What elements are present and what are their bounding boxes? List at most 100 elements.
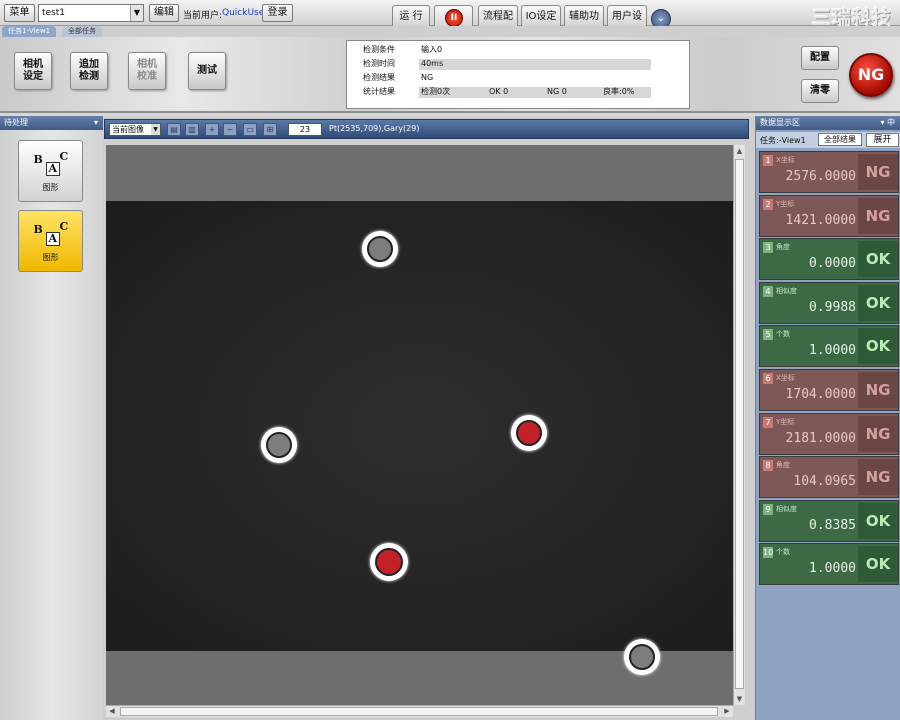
image-toolbar: 当前图像 ▼ ▤ ▥ + − ▭ ⊞ 23 Pt(2535,709),Gary(… bbox=[104, 119, 749, 139]
zoom-input[interactable]: 23 bbox=[288, 123, 322, 136]
status-row-time: 检测时间 40ms bbox=[349, 57, 687, 71]
part-center bbox=[367, 236, 393, 262]
detected-part bbox=[362, 231, 398, 267]
result-status-badge: OK bbox=[858, 284, 898, 321]
result-label: X坐标 bbox=[776, 156, 795, 164]
shape-abc-icon: B A C bbox=[34, 150, 68, 180]
part-center bbox=[266, 432, 292, 458]
result-item[interactable]: 8 角度 104.0965 NG bbox=[759, 456, 899, 499]
result-item[interactable]: 6 X坐标 1704.0000 NG bbox=[759, 369, 899, 411]
vertical-scrollbar[interactable]: ▲ ▼ bbox=[733, 145, 745, 705]
result-index: 3 bbox=[763, 242, 773, 254]
tab-task1-view1[interactable]: 任务1-View1 bbox=[2, 26, 57, 37]
chevron-down-icon[interactable]: ▼ bbox=[130, 5, 143, 21]
add-detection-button[interactable]: 追加 检测 bbox=[70, 52, 108, 90]
result-status-badge: NG bbox=[858, 415, 898, 452]
result-item[interactable]: 1 X坐标 2576.0000 NG bbox=[759, 151, 899, 193]
time-value: 40ms bbox=[421, 59, 444, 68]
scroll-left-icon[interactable]: ◀ bbox=[106, 706, 118, 717]
tool-shape-2[interactable]: B A C 图形 bbox=[18, 210, 83, 272]
menu-button[interactable]: 菜单 bbox=[4, 4, 35, 22]
shape-abc-icon: B A C bbox=[34, 220, 68, 250]
result-item[interactable]: 5 个数 1.0000 OK bbox=[759, 325, 899, 368]
result-item[interactable]: 2 Y坐标 1421.0000 NG bbox=[759, 194, 899, 237]
status-row-condition: 检测条件 输入0 bbox=[349, 43, 687, 57]
actual-size-icon[interactable]: ⊞ bbox=[263, 123, 277, 136]
config-button[interactable]: 配置 bbox=[801, 46, 839, 70]
current-user-label: 当前用户: bbox=[183, 11, 223, 21]
expand-button[interactable]: 展开 bbox=[866, 133, 899, 147]
result-item[interactable]: 9 相似度 0.8385 OK bbox=[759, 499, 899, 542]
result-label: Y坐标 bbox=[776, 199, 795, 208]
stats-total: 检测0次 bbox=[421, 87, 451, 96]
camera-image bbox=[106, 201, 733, 675]
scroll-up-icon[interactable]: ▲ bbox=[734, 145, 745, 157]
overall-result-indicator: NG bbox=[849, 53, 893, 97]
result-value: 1.0000 bbox=[809, 561, 856, 577]
result-label: Y坐标 bbox=[776, 417, 795, 426]
result-value: 2181.0000 bbox=[785, 430, 856, 446]
fit-window-icon[interactable]: ▭ bbox=[243, 123, 257, 136]
project-select[interactable]: test1 ▼ bbox=[38, 4, 144, 22]
tool-shape-1[interactable]: B A C 图形 bbox=[18, 140, 83, 202]
data-task-label: 任务:-View1 bbox=[760, 136, 806, 145]
result-item[interactable]: 7 Y坐标 2181.0000 NG bbox=[759, 412, 899, 455]
data-panel-title: 数据显示区 bbox=[760, 118, 800, 127]
status-row-stats: 统计结果 检测0次 OK 0 NG 0 良率:0% bbox=[349, 85, 687, 99]
add-detection-line2: 检测 bbox=[79, 71, 99, 82]
result-item[interactable]: 10 个数 1.0000 OK bbox=[759, 543, 899, 586]
scroll-down-icon[interactable]: ▼ bbox=[734, 693, 745, 705]
result-item[interactable]: 3 角度 0.0000 OK bbox=[759, 238, 899, 281]
result-index: 6 bbox=[763, 373, 773, 384]
image-viewer[interactable] bbox=[106, 145, 733, 705]
detected-part bbox=[261, 427, 297, 463]
scroll-right-icon[interactable]: ▶ bbox=[721, 706, 733, 717]
result-item[interactable]: 4 相似度 0.9988 OK bbox=[759, 281, 899, 324]
detected-part bbox=[624, 639, 660, 675]
save-image-icon[interactable]: ▤ bbox=[167, 123, 181, 136]
login-button[interactable]: 登录 bbox=[262, 4, 293, 22]
glyph-letter: A bbox=[45, 162, 61, 176]
result-label: 角度 bbox=[776, 243, 790, 252]
result-status-badge: NG bbox=[858, 459, 898, 496]
zoom-in-icon[interactable]: + bbox=[205, 123, 219, 136]
part-center bbox=[629, 644, 655, 670]
glyph-letter: A bbox=[45, 232, 61, 246]
open-image-icon[interactable]: ▥ bbox=[185, 123, 199, 136]
horizontal-scrollbar[interactable]: ◀ ▶ bbox=[106, 705, 733, 717]
edit-button[interactable]: 编辑 bbox=[149, 4, 179, 22]
camera-calibration-button[interactable]: 相机 校准 bbox=[128, 52, 166, 90]
result-value: 0.0000 bbox=[809, 256, 856, 272]
stats-ng: NG 0 bbox=[547, 87, 567, 96]
camera-settings-button[interactable]: 相机 设定 bbox=[14, 52, 52, 90]
result-value: 2576.0000 bbox=[785, 169, 856, 184]
chevron-down-icon[interactable]: ▾ bbox=[94, 116, 98, 130]
scroll-thumb[interactable] bbox=[120, 707, 718, 716]
camera-calibration-line1: 相机 bbox=[137, 59, 157, 70]
pin-icon[interactable]: ▾ 中 bbox=[880, 116, 895, 130]
scroll-thumb[interactable] bbox=[735, 159, 744, 689]
zoom-out-icon[interactable]: − bbox=[223, 123, 237, 136]
test-button[interactable]: 测试 bbox=[188, 52, 226, 90]
toolbar-area: 相机 设定 追加 检测 相机 校准 测试 检测条件 输入0 检测时间 40ms … bbox=[0, 37, 900, 113]
result-value: 104.0965 bbox=[793, 474, 856, 490]
image-source-value: 当前图像 bbox=[112, 125, 144, 134]
condition-label: 检测条件 bbox=[363, 45, 395, 54]
stats-ok: OK 0 bbox=[489, 87, 509, 96]
clear-button[interactable]: 清零 bbox=[801, 79, 839, 103]
all-results-button[interactable]: 全部结果 bbox=[818, 133, 862, 146]
image-source-select[interactable]: 当前图像 ▼ bbox=[109, 123, 161, 136]
result-status-badge: NG bbox=[858, 372, 898, 408]
chevron-down-icon[interactable]: ▼ bbox=[151, 124, 160, 135]
camera-settings-line2: 设定 bbox=[23, 71, 43, 82]
status-table: 检测条件 输入0 检测时间 40ms 检测结果 NG 统计结果 检测0次 OK … bbox=[346, 40, 690, 109]
camera-settings-line1: 相机 bbox=[23, 59, 43, 70]
result-label: X坐标 bbox=[776, 374, 795, 382]
tab-all-tasks[interactable]: 全部任务 bbox=[62, 26, 102, 37]
data-panel-subheader: 任务:-View1 全部结果 展开 bbox=[756, 132, 900, 148]
result-label: 相似度 bbox=[776, 286, 797, 295]
part-center bbox=[516, 420, 542, 446]
result-status-badge: OK bbox=[858, 502, 898, 539]
result-status-badge: OK bbox=[858, 546, 898, 583]
result-status-badge: NG bbox=[858, 154, 898, 190]
